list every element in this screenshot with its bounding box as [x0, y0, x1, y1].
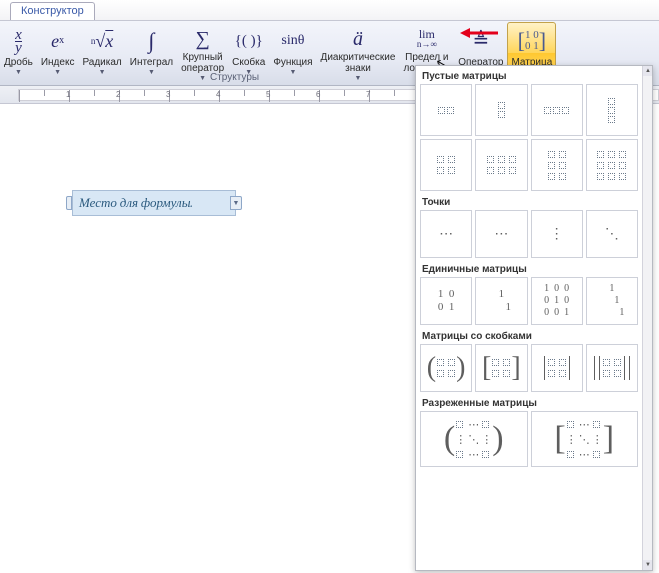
- tab-constructor[interactable]: Конструктор: [10, 2, 95, 20]
- matrix-brackets[interactable]: [475, 344, 527, 392]
- accent-icon: ä: [353, 25, 363, 52]
- chevron-down-icon: ▼: [199, 75, 206, 83]
- limit-icon: limn→∞: [417, 25, 437, 52]
- radical-button[interactable]: n√x Радикал▼: [78, 22, 125, 84]
- chevron-down-icon: ▼: [15, 69, 22, 77]
- label: Дробь: [4, 57, 33, 68]
- matrix-2x2[interactable]: [420, 139, 472, 191]
- equation-placeholder-text: Место для формулы.: [79, 195, 193, 211]
- fraction-button[interactable]: xy Дробь▼: [0, 22, 37, 84]
- matrix-3x2[interactable]: [531, 139, 583, 191]
- label: Радикал: [82, 57, 121, 68]
- matrix-1x2[interactable]: [420, 84, 472, 136]
- bracket-icon: {( )}: [235, 25, 263, 57]
- section-dots: Точки: [420, 194, 638, 210]
- chevron-down-icon: ▼: [148, 69, 155, 77]
- integral-icon: ∫: [148, 25, 154, 57]
- identity-3x3-diag[interactable]: 1 1 1: [586, 277, 638, 325]
- sparse-parentheses[interactable]: ( ⋯ ⋮⋱⋮ ⋯ ): [420, 411, 528, 467]
- sum-icon: ∑: [196, 25, 210, 52]
- matrix-gallery: ▲ ▼ Пустые матрицы Точки Единичные матри…: [415, 65, 653, 571]
- section-brackets: Матрицы со скобками: [420, 328, 638, 344]
- function-button[interactable]: sinθ Функция▼: [269, 22, 316, 84]
- dots-baseline[interactable]: [420, 210, 472, 258]
- label: знаки: [345, 63, 371, 74]
- label: Индекс: [41, 57, 75, 68]
- function-icon: sinθ: [281, 25, 304, 57]
- section-identity: Единичные матрицы: [420, 261, 638, 277]
- matrix-icon: [1 00 1]: [518, 25, 546, 57]
- gallery-scrollbar[interactable]: ▲ ▼: [642, 66, 652, 570]
- chevron-down-icon: ▼: [54, 69, 61, 77]
- equation-options-button[interactable]: ▼: [230, 196, 242, 210]
- integral-button[interactable]: ∫ Интеграл▼: [126, 22, 177, 84]
- matrix-1x3[interactable]: [531, 84, 583, 136]
- chevron-down-icon: ▼: [355, 75, 362, 83]
- label: Диакритические: [321, 52, 396, 63]
- dots-midline[interactable]: [475, 210, 527, 258]
- operator-icon: ≜: [472, 25, 489, 57]
- sparse-brackets[interactable]: [ ⋯ ⋮⋱⋮ ⋯ ]: [531, 411, 639, 467]
- dots-diagonal[interactable]: [586, 210, 638, 258]
- label: Предел и: [405, 52, 448, 63]
- section-sparse: Разреженные матрицы: [420, 395, 638, 411]
- ribbon-group-label: Структуры: [210, 72, 259, 83]
- chevron-down-icon: ▼: [99, 69, 106, 77]
- script-button[interactable]: ex Индекс▼: [37, 22, 79, 84]
- equation-box[interactable]: Место для формулы. ▼: [72, 190, 236, 216]
- matrix-2x1[interactable]: [475, 84, 527, 136]
- matrix-2x3[interactable]: [475, 139, 527, 191]
- matrix-double-vbars[interactable]: [586, 344, 638, 392]
- radical-icon: n√x: [91, 25, 113, 57]
- identity-3x3[interactable]: 1 0 0 0 1 0 0 0 1: [531, 277, 583, 325]
- section-empty-matrices: Пустые матрицы: [420, 68, 638, 84]
- label: Функция: [273, 57, 312, 68]
- label: Крупный: [183, 52, 223, 63]
- label: Интеграл: [130, 57, 173, 68]
- accent-button[interactable]: ä Диакритическиезнаки▼: [317, 22, 400, 84]
- chevron-down-icon: ▼: [289, 69, 296, 77]
- matrix-parentheses[interactable]: (): [420, 344, 472, 392]
- dots-vertical[interactable]: [531, 210, 583, 258]
- matrix-3x1[interactable]: [586, 84, 638, 136]
- label: Скобка: [232, 57, 265, 68]
- identity-2x2[interactable]: 1 0 0 1: [420, 277, 472, 325]
- identity-2x2-diag[interactable]: 1 1: [475, 277, 527, 325]
- matrix-vbars[interactable]: [531, 344, 583, 392]
- scroll-down-button[interactable]: ▼: [643, 560, 653, 570]
- matrix-3x3[interactable]: [586, 139, 638, 191]
- script-icon: ex: [51, 25, 64, 57]
- equation-handle[interactable]: [66, 196, 72, 210]
- scroll-up-button[interactable]: ▲: [643, 66, 653, 76]
- fraction-icon: xy: [15, 25, 22, 57]
